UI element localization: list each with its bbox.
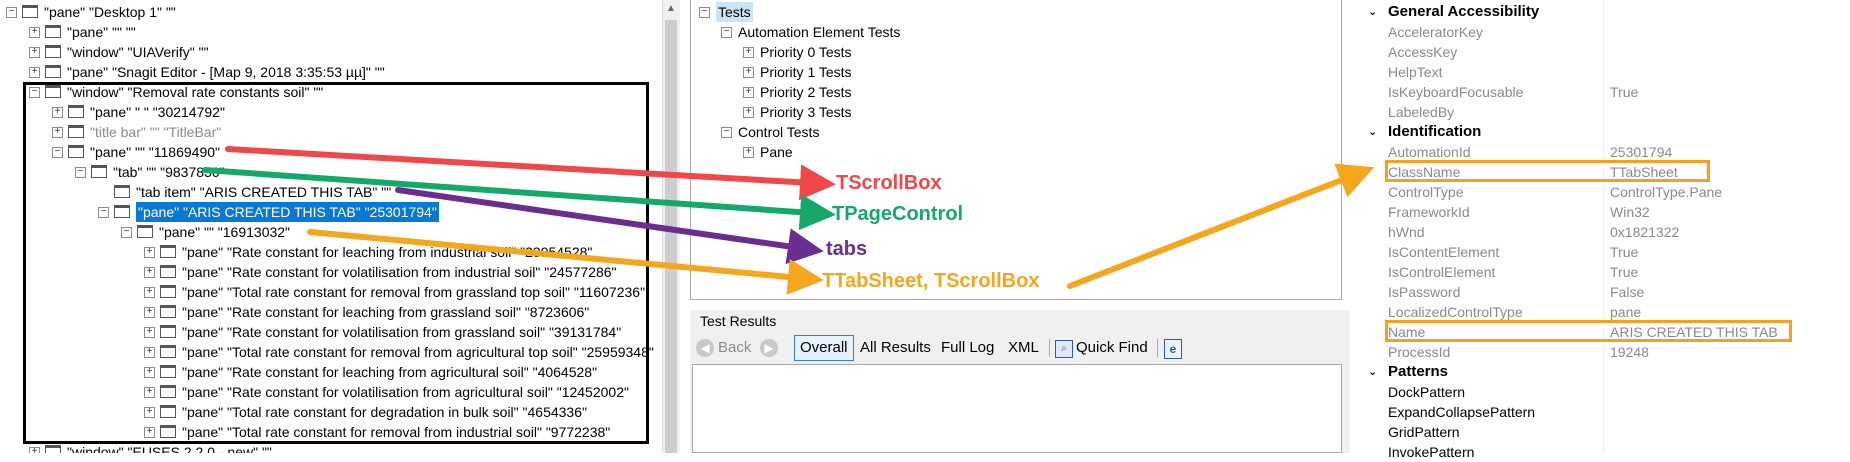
annotation-tpagecontrol: TPageControl	[832, 203, 964, 225]
annotation-tabs: tabs	[826, 238, 868, 260]
arrow-orange-right	[1067, 163, 1375, 289]
annotation-ttabsheet-tscrollbox: TTabSheet, TScrollBox	[822, 270, 1040, 292]
annotation-arrows	[202, 146, 1375, 295]
annotation-tscrollbox: TScrollBox	[836, 172, 942, 194]
